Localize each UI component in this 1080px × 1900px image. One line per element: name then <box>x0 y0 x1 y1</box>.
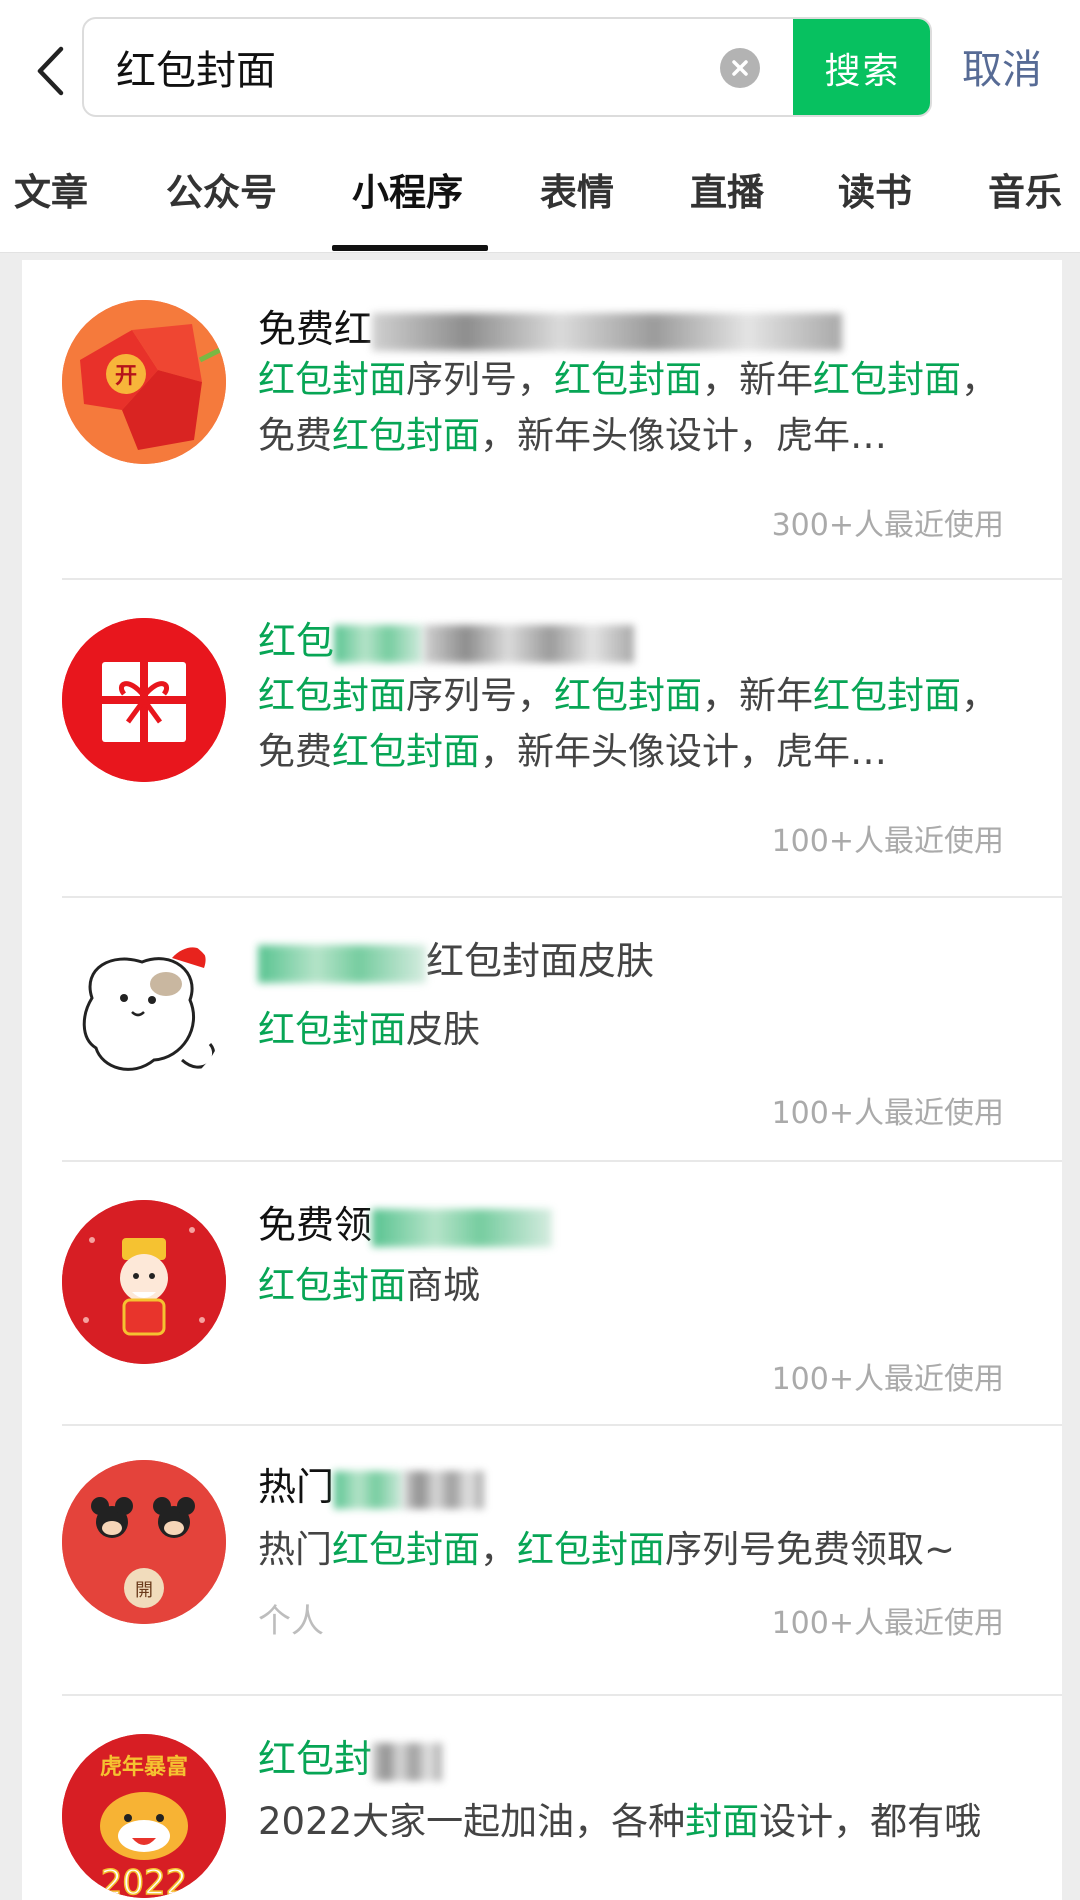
usage-count: 100+人最近使用 <box>771 824 1004 859</box>
blurred-text <box>424 624 635 663</box>
search-input[interactable] <box>116 19 766 115</box>
blurred-text <box>334 624 425 663</box>
list-item[interactable]: 红包 红包封面序列号，红包封面，新年红包封面，免费红包封面，新年头像设计，虎年…… <box>62 580 1062 896</box>
usage-count: 100+人最近使用 <box>771 1096 1004 1131</box>
result-description: 2022大家一起加油，各种封面设计，都有哦 <box>258 1800 982 1843</box>
search-header: 搜索 取消 文章 公众号 小程序 表情 直播 读书 音乐 <box>0 0 1080 253</box>
result-title: 免费领 <box>258 1198 553 1252</box>
tab-official-accounts[interactable]: 公众号 <box>166 168 277 218</box>
list-item[interactable]: 免费领 红包封面商城 100+人最近使用 <box>62 1162 1062 1424</box>
caishen-cartoon-icon <box>62 1200 226 1364</box>
results-list: 开 免费红 红包封面序列号，红包封面，新年红包封面，免费红包封面，新年头像设计，… <box>22 260 1062 1900</box>
puzzle-red-envelope-icon: 开 <box>62 300 226 464</box>
blurred-text <box>372 1208 553 1247</box>
result-description: 红包封面序列号，红包封面，新年红包封面，免费红包封面，新年头像设计，虎年… <box>258 358 998 457</box>
result-description: 红包封面序列号，红包封面，新年红包封面，免费红包封面，新年头像设计，虎年… <box>258 674 998 773</box>
list-item[interactable]: 虎年暴富 2022 红包封 2022大家一起加油，各种封面设计，都有哦 <box>62 1696 1062 1898</box>
usage-count: 100+人最近使用 <box>771 1606 1004 1641</box>
result-description: 红包封面商城 <box>258 1264 480 1307</box>
svg-text:开: 开 <box>115 364 137 389</box>
gift-box-icon <box>62 618 226 782</box>
result-title: 红包封面皮肤 <box>258 934 654 988</box>
blurred-text <box>372 312 843 351</box>
search-box: 搜索 <box>82 17 932 117</box>
chevron-left-icon <box>37 46 64 96</box>
result-description: 热门红包封面，红包封面序列号免费领取~ <box>258 1528 956 1571</box>
blurred-text <box>258 944 426 983</box>
result-title: 红包封 <box>258 1732 443 1786</box>
avatar-text-bottom: 2022 <box>101 1863 188 1898</box>
tab-stickers[interactable]: 表情 <box>540 168 614 218</box>
result-title: 免费红 <box>258 302 843 356</box>
blurred-text <box>404 1470 485 1509</box>
clear-input-icon[interactable] <box>720 48 760 88</box>
cat-cartoon-icon <box>62 928 226 1092</box>
tab-mini-programs[interactable]: 小程序 <box>352 168 463 218</box>
usage-count: 100+人最近使用 <box>771 1362 1004 1397</box>
blurred-text <box>372 1742 443 1781</box>
tiger-2022-icon: 虎年暴富 2022 <box>62 1734 226 1898</box>
tab-live[interactable]: 直播 <box>690 168 764 218</box>
result-title: 红包 <box>258 614 635 668</box>
tab-books[interactable]: 读书 <box>838 168 912 218</box>
cancel-button[interactable]: 取消 <box>962 40 1042 100</box>
svg-text:開: 開 <box>135 1580 153 1601</box>
list-item[interactable]: 红包封面皮肤 红包封面皮肤 100+人最近使用 <box>62 898 1062 1160</box>
avatar-text-top: 虎年暴富 <box>100 1754 188 1780</box>
back-button[interactable] <box>28 36 72 106</box>
account-type: 个人 <box>258 1601 324 1640</box>
result-title: 热门 <box>258 1460 485 1514</box>
close-icon <box>732 60 748 76</box>
usage-count: 300+人最近使用 <box>771 508 1004 543</box>
blurred-text <box>334 1470 405 1509</box>
active-tab-indicator <box>332 245 488 251</box>
list-item[interactable]: 開 热门 热门红包封面，红包封面序列号免费领取~ 个人 100+人最近使用 <box>62 1426 1062 1694</box>
list-item[interactable]: 开 免费红 红包封面序列号，红包封面，新年红包封面，免费红包封面，新年头像设计，… <box>62 260 1062 578</box>
tab-articles[interactable]: 文章 <box>14 168 88 218</box>
mickey-minnie-icon: 開 <box>62 1460 226 1624</box>
tab-music[interactable]: 音乐 <box>988 168 1062 218</box>
result-description: 红包封面皮肤 <box>258 1008 480 1051</box>
search-button[interactable]: 搜索 <box>793 19 930 115</box>
